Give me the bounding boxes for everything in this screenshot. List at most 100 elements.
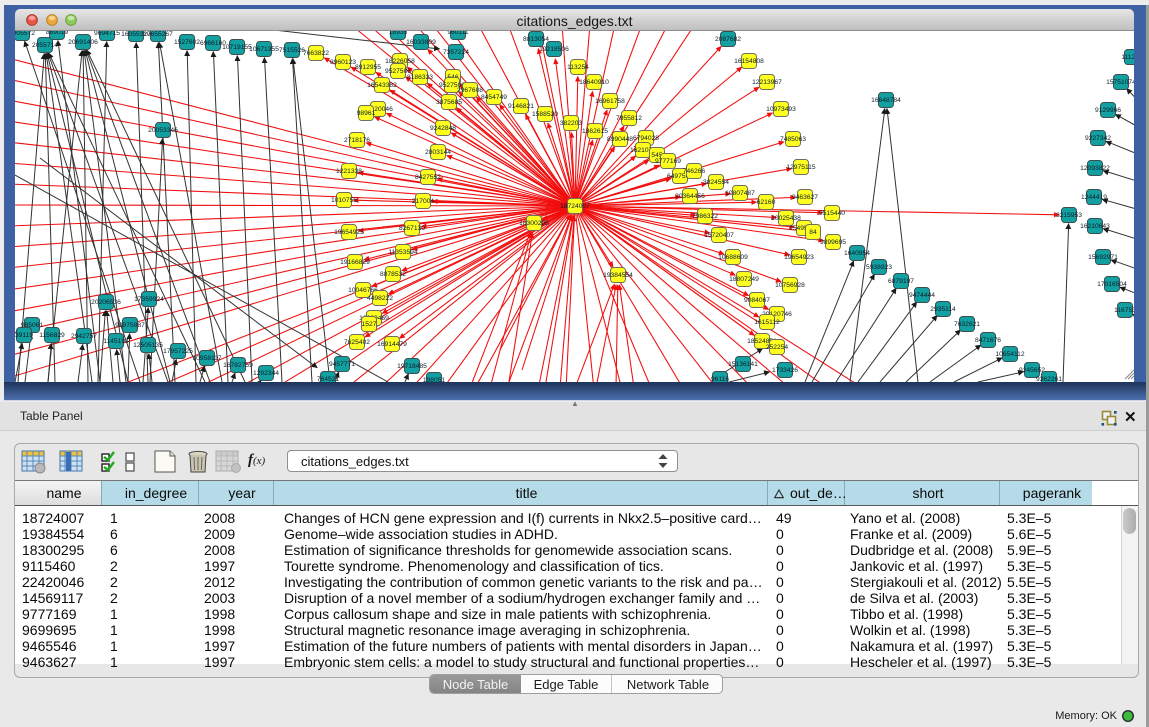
svg-text:8878532: 8878532	[380, 271, 406, 278]
svg-text:9084067: 9084067	[744, 297, 770, 304]
svg-text:15136141: 15136141	[728, 361, 758, 368]
svg-text:7357224: 7357224	[443, 49, 469, 56]
svg-text:3215953: 3215953	[1056, 212, 1082, 219]
svg-text:1640954: 1640954	[844, 250, 870, 257]
svg-text:9515440: 9515440	[819, 210, 845, 217]
svg-text:111275: 111275	[1121, 54, 1134, 61]
svg-text:10807487: 10807487	[725, 190, 755, 197]
svg-text:8960123: 8960123	[330, 59, 356, 66]
svg-text:12213967: 12213967	[752, 79, 782, 86]
svg-text:9362261: 9362261	[1036, 376, 1062, 382]
svg-text:3824554: 3824554	[703, 179, 729, 186]
svg-text:198051: 198051	[423, 377, 446, 382]
svg-text:889019: 889019	[46, 31, 69, 36]
svg-text:764521: 764521	[317, 376, 340, 382]
svg-text:8912955: 8912955	[355, 64, 381, 71]
svg-text:16648784: 16648784	[871, 97, 901, 104]
svg-text:18935: 18935	[389, 31, 408, 36]
svg-text:7625402: 7625402	[344, 339, 370, 346]
svg-text:8990448: 8990448	[607, 136, 633, 143]
svg-text:16033809: 16033809	[406, 39, 436, 46]
svg-text:960111: 960111	[447, 31, 469, 36]
svg-text:1362615: 1362615	[582, 128, 608, 135]
svg-text:9474444: 9474444	[909, 292, 935, 299]
svg-text:8813054: 8813054	[523, 36, 549, 43]
svg-text:2055714: 2055714	[32, 42, 58, 49]
svg-text:1615112: 1615112	[754, 319, 780, 326]
svg-text:9129966: 9129966	[1095, 107, 1121, 114]
svg-text:16961758: 16961758	[595, 98, 625, 105]
svg-text:16210643: 16210643	[1080, 223, 1110, 230]
svg-text:9777169: 9777169	[655, 158, 681, 165]
svg-text:6879197: 6879197	[888, 278, 914, 285]
svg-text:19654923: 19654923	[334, 229, 364, 236]
svg-text:252254: 252254	[766, 344, 789, 351]
svg-text:113254: 113254	[567, 64, 589, 71]
svg-text:10688609: 10688609	[718, 254, 748, 261]
svg-text:3875685: 3875685	[436, 99, 462, 106]
svg-text:7955812: 7955812	[616, 115, 642, 122]
svg-text:1292344: 1292344	[253, 370, 279, 377]
svg-text:10973493: 10973493	[766, 106, 796, 113]
svg-text:7632621: 7632621	[954, 321, 980, 328]
svg-text:17957225: 17957225	[163, 348, 193, 355]
svg-text:8471676: 8471676	[975, 337, 1001, 344]
svg-text:39119: 39119	[15, 332, 33, 339]
svg-text:18300295: 18300295	[519, 220, 549, 227]
svg-text:9242848: 9242848	[430, 125, 456, 132]
svg-text:19218506: 19218506	[539, 46, 569, 53]
svg-text:1527: 1527	[362, 321, 377, 328]
svg-text:2087682: 2087682	[715, 36, 741, 43]
svg-text:15692971: 15692971	[1088, 254, 1118, 261]
svg-text:98961: 98961	[357, 110, 376, 117]
svg-text:9227342: 9227342	[1085, 135, 1111, 142]
svg-text:1905572: 1905572	[15, 31, 35, 37]
svg-text:8454749: 8454749	[481, 94, 507, 101]
svg-text:1221338: 1221338	[336, 168, 362, 175]
svg-text:6794028: 6794028	[633, 135, 659, 142]
svg-text:7485063: 7485063	[780, 136, 806, 143]
svg-text:17359924: 17359924	[134, 296, 164, 303]
svg-text:19654923: 19654923	[784, 254, 814, 261]
svg-text:20053346: 20053346	[148, 127, 178, 134]
svg-text:84: 84	[809, 229, 817, 236]
svg-text:5938923: 5938923	[866, 264, 892, 271]
svg-text:382203: 382203	[560, 120, 583, 127]
svg-text:9146821: 9146821	[508, 103, 534, 110]
svg-text:19384554: 19384554	[603, 272, 633, 279]
svg-text:20691406: 20691406	[68, 39, 98, 46]
svg-text:8267130: 8267130	[399, 225, 425, 232]
svg-text:17016504: 17016504	[1097, 281, 1127, 288]
svg-text:11353594: 11353594	[388, 249, 418, 256]
svg-text:16782759: 16782759	[223, 362, 253, 369]
svg-text:18807249: 18807249	[729, 276, 759, 283]
svg-text:19718485: 19718485	[397, 363, 427, 370]
svg-text:10025438: 10025438	[771, 215, 801, 222]
svg-text:96116: 96116	[711, 376, 729, 382]
svg-text:7515526: 7515526	[279, 47, 305, 54]
svg-text:1010755: 1010755	[331, 197, 357, 204]
svg-text:8427552: 8427552	[415, 174, 441, 181]
svg-text:1244419: 1244419	[1081, 194, 1107, 201]
svg-text:90975887: 90975887	[115, 322, 145, 329]
svg-text:20206536: 20206536	[91, 299, 121, 306]
svg-text:10671355: 10671355	[249, 46, 279, 53]
svg-text:2803144: 2803144	[425, 149, 451, 156]
svg-text:1145194: 1145194	[103, 338, 129, 345]
svg-text:4498222: 4498222	[367, 295, 393, 302]
svg-text:9694715: 9694715	[94, 31, 120, 37]
svg-text:62160: 62160	[757, 199, 776, 206]
svg-text:10655267: 10655267	[143, 31, 173, 38]
svg-text:20364456: 20364456	[675, 193, 705, 200]
svg-text:16914479: 16914479	[377, 341, 407, 348]
svg-text:12975115: 12975115	[786, 164, 816, 171]
svg-text:7663822: 7663822	[303, 50, 329, 57]
svg-text:2718176: 2718176	[344, 137, 370, 144]
svg-text:2942757: 2942757	[71, 333, 97, 340]
svg-text:116753: 116753	[1114, 307, 1134, 314]
svg-text:2935114: 2935114	[930, 306, 956, 313]
svg-text:1588520: 1588520	[532, 111, 558, 118]
svg-text:18640910: 18640910	[579, 79, 609, 86]
svg-text:9457771: 9457771	[329, 361, 355, 368]
svg-text:16543382: 16543382	[367, 82, 397, 89]
